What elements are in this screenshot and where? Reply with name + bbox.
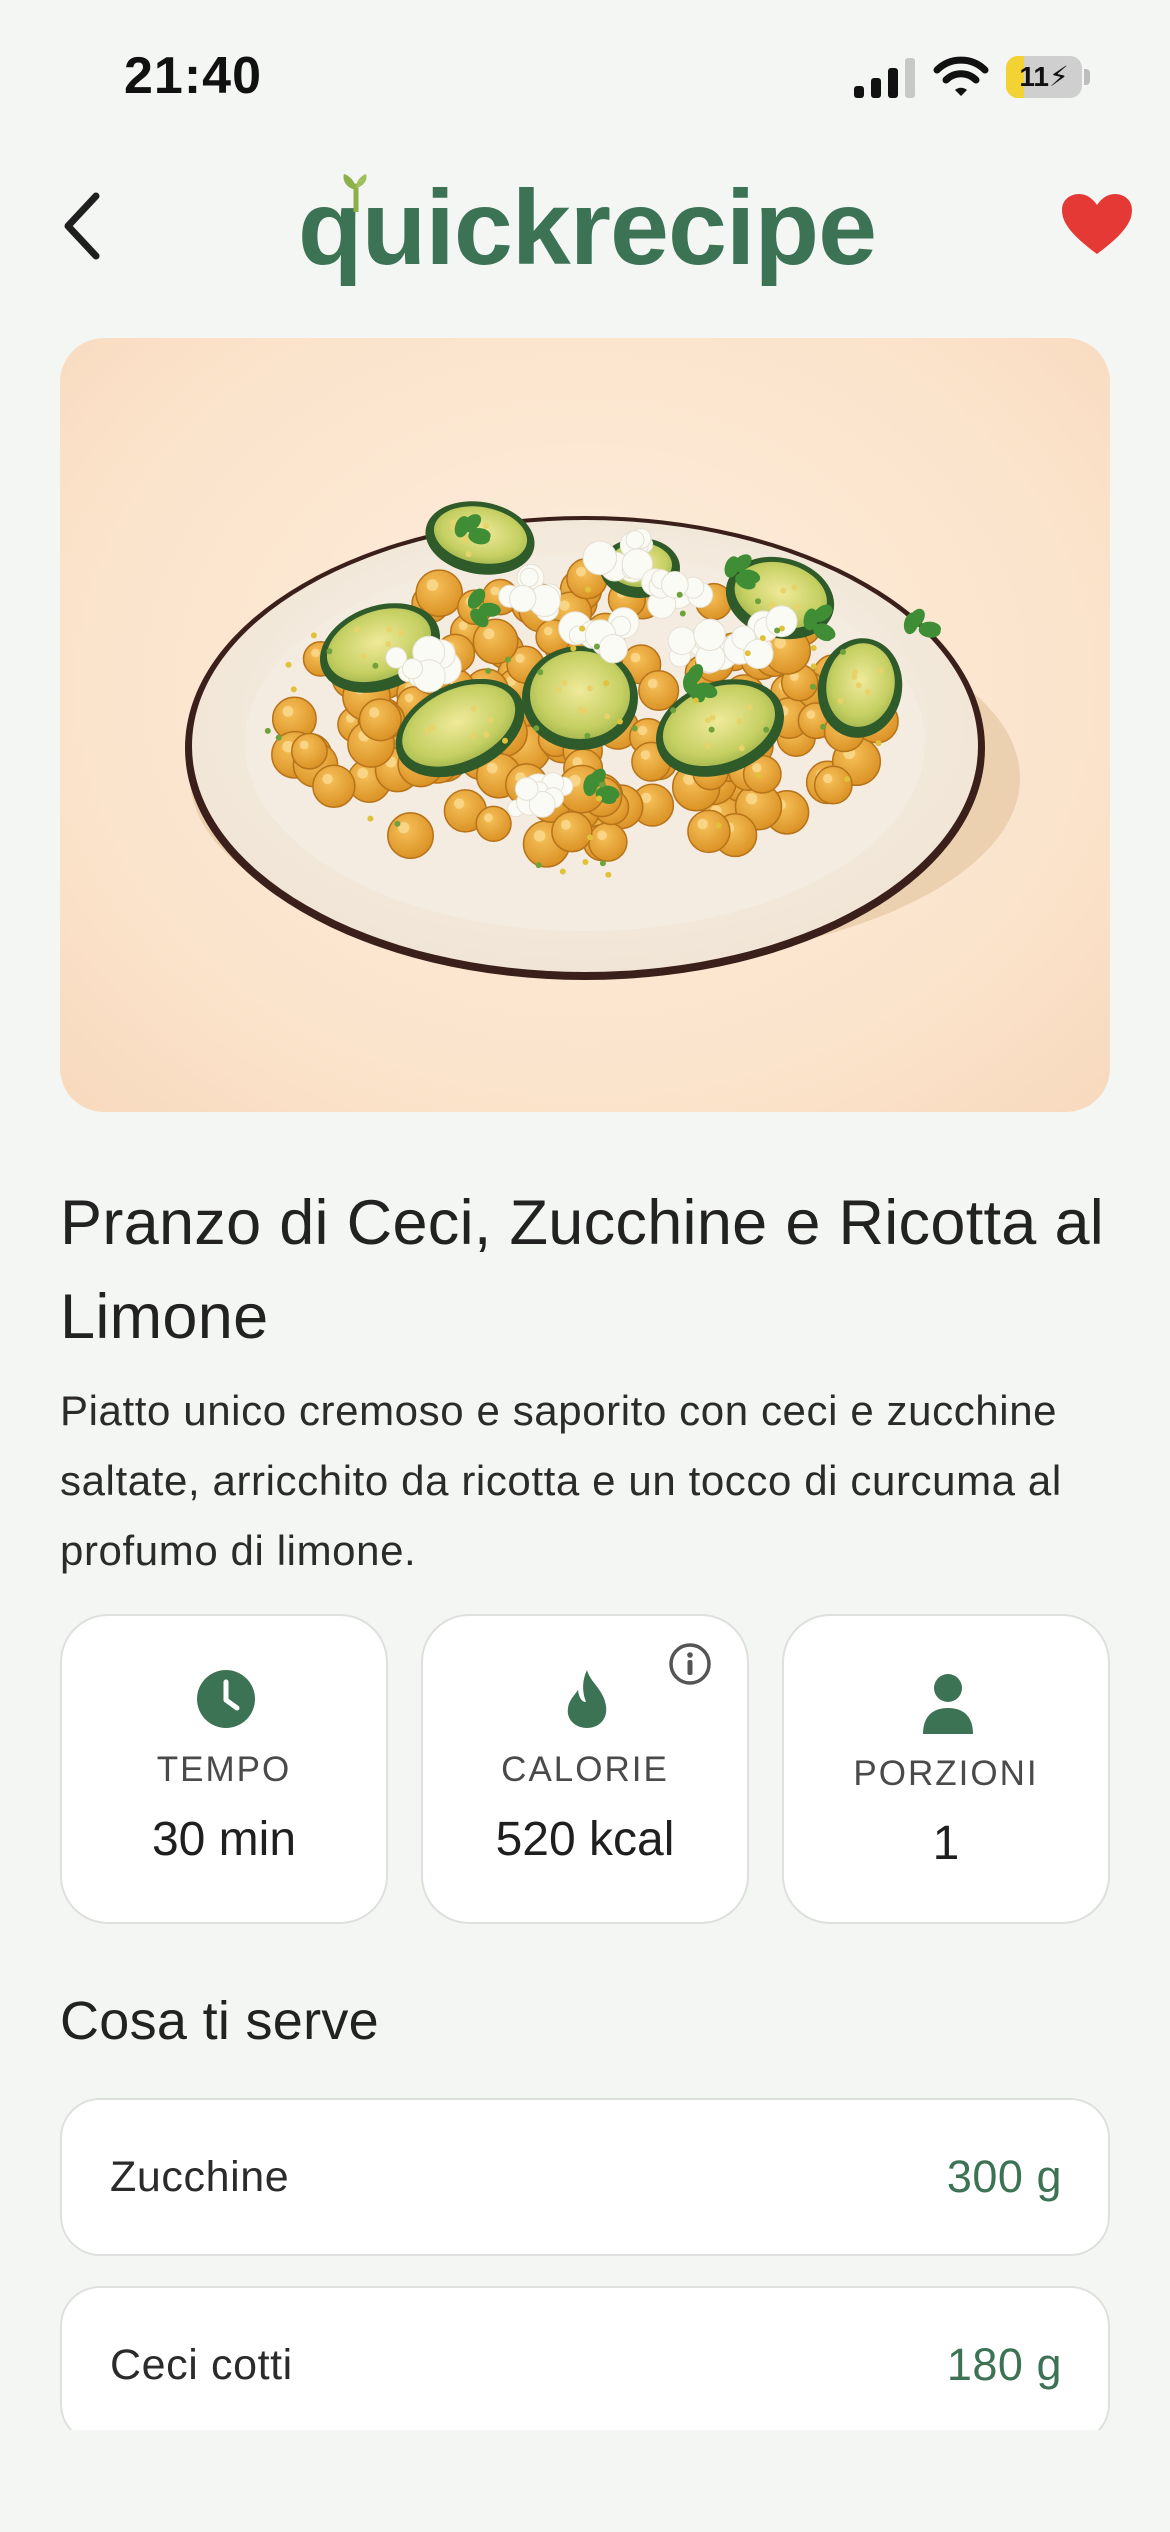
- recipe-description: Piatto unico cremoso e saporito con ceci…: [60, 1387, 1062, 1574]
- dish-illustration: [185, 501, 1020, 980]
- logo-text: quickrecipe: [297, 169, 877, 287]
- stat-value-calories: 520 kcal: [495, 1813, 675, 1866]
- stat-value-time: 30 min: [151, 1813, 297, 1866]
- clock-icon: [197, 1670, 255, 1728]
- ingredient-name: Ceci cotti: [110, 2341, 293, 2389]
- info-icon[interactable]: [668, 1642, 712, 1686]
- ingredient-quantity: 180 g: [946, 2339, 1062, 2390]
- battery-text: 11⚡: [1019, 61, 1069, 92]
- recipe-detail-screen: 21:40 11⚡ quickrecipe Pranzo di Ceci, Zu…: [0, 0, 1170, 2532]
- ingredients-list: Zucchine 300 g Ceci cotti 180 g: [0, 2090, 1170, 2430]
- stat-card-calories: CALORIE 520 kcal: [421, 1614, 749, 1924]
- stat-label-calories: CALORIE: [501, 1750, 669, 1789]
- status-time: 21:40: [124, 47, 262, 105]
- ingredient-row[interactable]: Zucchine 300 g: [60, 2098, 1110, 2256]
- favorite-heart-button[interactable]: [1060, 192, 1134, 258]
- ingredients-title: Cosa ti serve: [60, 1991, 380, 2051]
- stat-label-servings: PORZIONI: [853, 1754, 1039, 1793]
- recipe-title: Pranzo di Ceci, Zucchine e Ricotta al Li…: [60, 1188, 1105, 1352]
- ingredient-quantity: 300 g: [946, 2151, 1062, 2202]
- signal-icon: [854, 58, 915, 98]
- stat-card-servings: PORZIONI 1: [782, 1614, 1110, 1924]
- ingredient-name: Zucchine: [110, 2153, 290, 2201]
- stat-value-servings: 1: [932, 1817, 960, 1870]
- flame-icon: [567, 1670, 607, 1728]
- app-logo: quickrecipe: [292, 168, 882, 298]
- wifi-icon: [933, 56, 989, 96]
- back-button[interactable]: [54, 188, 114, 264]
- status-bar: 21:40 11⚡: [0, 0, 1170, 150]
- sprout-icon: [343, 174, 367, 212]
- stat-label-time: TEMPO: [156, 1750, 292, 1789]
- battery-icon: 11⚡: [1006, 56, 1090, 98]
- ingredient-row[interactable]: Ceci cotti 180 g: [60, 2286, 1110, 2430]
- person-icon: [923, 1674, 973, 1734]
- recipe-image: [60, 338, 1110, 1112]
- stat-card-time: TEMPO 30 min: [60, 1614, 388, 1924]
